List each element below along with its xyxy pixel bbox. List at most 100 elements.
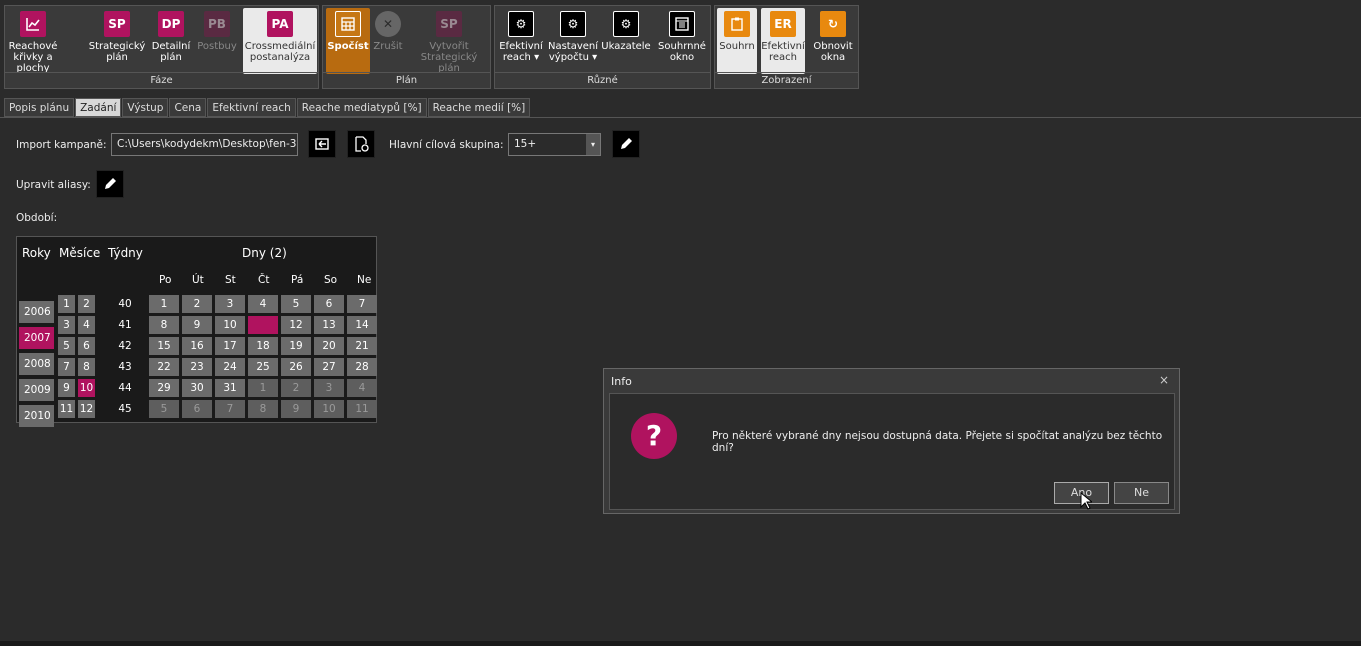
zrusit-button[interactable]: ✕ Zrušit <box>373 8 403 74</box>
tab-vystup[interactable]: Výstup <box>122 98 169 117</box>
day-cell[interactable]: 9 <box>182 316 212 334</box>
day-cell[interactable]: 30 <box>182 379 212 397</box>
day-cell[interactable]: 2 <box>281 379 311 397</box>
month-cell[interactable]: 1 <box>58 295 75 313</box>
year-cell[interactable]: 2008 <box>19 353 54 375</box>
file-refresh-button[interactable] <box>347 130 375 158</box>
day-cell[interactable]: 8 <box>149 316 179 334</box>
tab-efektivni-reach[interactable]: Efektivní reach <box>207 98 296 117</box>
group-zobrazeni: Souhrn ER Efektivní reach ↻ Obnovit okna… <box>714 5 859 89</box>
day-cell[interactable]: 22 <box>149 358 179 376</box>
day-cell[interactable]: 21 <box>347 337 377 355</box>
day-cell[interactable]: 2 <box>182 295 212 313</box>
calc-settings-dropdown[interactable]: ⚙ Nastavení výpočtu ▾ <box>547 8 599 74</box>
day-cell[interactable]: 20 <box>314 337 344 355</box>
week-cell[interactable]: 42 <box>105 340 145 352</box>
tab-cena[interactable]: Cena <box>169 98 207 117</box>
day-cell[interactable]: 10 <box>314 400 344 418</box>
indicators-button[interactable]: ⚙ Ukazatele <box>601 8 651 74</box>
month-cell[interactable]: 11 <box>58 400 75 418</box>
month-cell[interactable]: 4 <box>78 316 95 334</box>
day-cell[interactable]: 5 <box>149 400 179 418</box>
day-cell[interactable]: 4 <box>248 295 278 313</box>
strategic-plan-button[interactable]: SP Strategický plán <box>87 8 147 74</box>
week-cell[interactable]: 43 <box>105 361 145 373</box>
day-cell[interactable]: 5 <box>281 295 311 313</box>
day-cell[interactable]: 13 <box>314 316 344 334</box>
day-cell[interactable]: 4 <box>347 379 377 397</box>
day-cell[interactable]: 3 <box>215 295 245 313</box>
year-cell[interactable]: 2009 <box>19 379 54 401</box>
week-cell[interactable]: 40 <box>105 298 145 310</box>
day-cell[interactable]: 3 <box>314 379 344 397</box>
month-cell[interactable]: 8 <box>78 358 95 376</box>
month-cell[interactable]: 7 <box>58 358 75 376</box>
day-cell[interactable]: 11 <box>347 400 377 418</box>
day-cell[interactable]: 9 <box>281 400 311 418</box>
day-cell[interactable]: 16 <box>182 337 212 355</box>
postbuy-button[interactable]: PB Postbuy <box>197 8 237 74</box>
day-cell[interactable]: 23 <box>182 358 212 376</box>
refresh-windows-button[interactable]: ↻ Obnovit okna <box>811 8 855 74</box>
week-cell[interactable]: 44 <box>105 382 145 394</box>
day-cell[interactable]: 19 <box>281 337 311 355</box>
detail-plan-button[interactable]: DP Detailní plán <box>151 8 191 74</box>
no-button[interactable]: Ne <box>1114 482 1169 504</box>
day-cell[interactable]: 26 <box>281 358 311 376</box>
month-cell[interactable]: 5 <box>58 337 75 355</box>
close-icon[interactable]: × <box>1159 373 1169 387</box>
day-cell[interactable]: 28 <box>347 358 377 376</box>
chart-icon <box>20 11 46 37</box>
spocist-button[interactable]: Spočíst <box>326 8 370 74</box>
day-cell[interactable]: 18 <box>248 337 278 355</box>
day-cell[interactable]: 6 <box>182 400 212 418</box>
effective-reach-view-button[interactable]: ER Efektivní reach <box>761 8 805 74</box>
tab-reache-medii[interactable]: Reache medií [%] <box>427 98 531 117</box>
day-cell[interactable]: 29 <box>149 379 179 397</box>
day-cell[interactable]: 1 <box>149 295 179 313</box>
day-cell[interactable]: 24 <box>215 358 245 376</box>
month-cell[interactable]: 9 <box>58 379 75 397</box>
day-cell[interactable]: 17 <box>215 337 245 355</box>
week-cell[interactable]: 41 <box>105 319 145 331</box>
day-cell[interactable]: 14 <box>347 316 377 334</box>
month-cell[interactable]: 2 <box>78 295 95 313</box>
day-cell[interactable]: 10 <box>215 316 245 334</box>
month-cell[interactable]: 10 <box>78 379 95 397</box>
weekday-header: Čt <box>258 274 270 286</box>
month-cell[interactable]: 12 <box>78 400 95 418</box>
reach-curves-button[interactable]: Reachové křivky a plochy <box>6 8 60 74</box>
day-cell[interactable]: 15 <box>149 337 179 355</box>
day-cell[interactable]: 31 <box>215 379 245 397</box>
dialog-body: ? Pro některé vybrané dny nejsou dostupn… <box>609 393 1175 510</box>
souhrn-button[interactable]: Souhrn <box>717 8 757 74</box>
day-cell[interactable]: 8 <box>248 400 278 418</box>
tab-reache-mediatypu[interactable]: Reache mediatypů [%] <box>296 98 427 117</box>
create-strategic-plan-button[interactable]: SP Vytvořit Strategický plán <box>409 8 489 74</box>
tab-zadani[interactable]: Zadání <box>75 98 122 117</box>
year-cell[interactable]: 2010 <box>19 405 54 427</box>
week-cell[interactable]: 45 <box>105 403 145 415</box>
import-path-field[interactable]: C:\Users\kodydekm\Desktop\fen-37 <box>111 133 298 156</box>
year-cell[interactable]: 2006 <box>19 301 54 323</box>
day-cell[interactable]: 6 <box>314 295 344 313</box>
month-cell[interactable]: 6 <box>78 337 95 355</box>
day-cell[interactable]: 7 <box>215 400 245 418</box>
tab-popis-planu[interactable]: Popis plánu <box>4 98 75 117</box>
effective-reach-dropdown[interactable]: ⚙ Efektivní reach ▾ <box>497 8 545 74</box>
day-cell[interactable]: 12 <box>281 316 311 334</box>
edit-group-button[interactable] <box>612 130 640 158</box>
day-cell[interactable]: 27 <box>314 358 344 376</box>
import-button[interactable] <box>308 130 336 158</box>
edit-alias-button[interactable] <box>96 170 124 198</box>
calc-settings-label: Nastavení výpočtu ▾ <box>547 41 599 63</box>
target-group-select[interactable]: 15+ ▾ <box>508 133 601 156</box>
crossmedia-button[interactable]: PA Crossmediální postanalýza <box>243 8 317 74</box>
day-cell[interactable]: 1 <box>248 379 278 397</box>
day-cell[interactable]: 7 <box>347 295 377 313</box>
day-cell[interactable]: 25 <box>248 358 278 376</box>
summary-window-button[interactable]: Souhrnné okno <box>655 8 709 74</box>
year-cell[interactable]: 2007 <box>19 327 54 349</box>
month-cell[interactable]: 3 <box>58 316 75 334</box>
day-cell[interactable] <box>248 316 278 334</box>
